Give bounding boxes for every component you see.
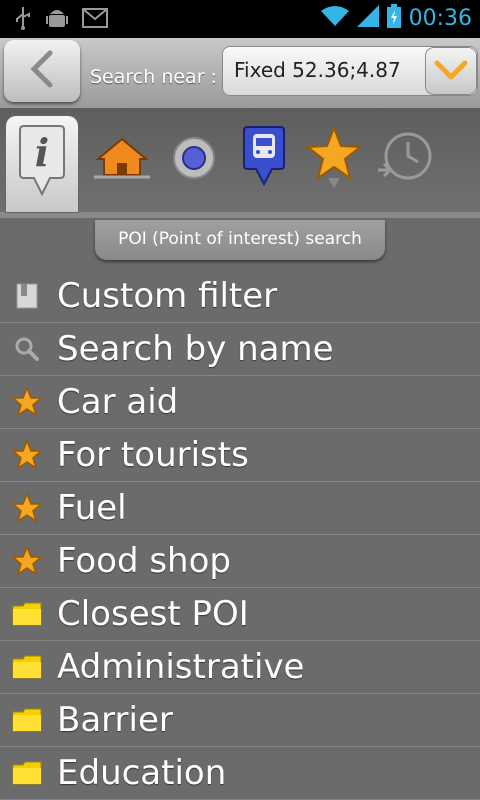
position-dot-icon xyxy=(171,135,217,185)
info-icon: i xyxy=(14,124,70,204)
usb-icon xyxy=(14,6,32,34)
star-icon xyxy=(305,125,363,194)
folder-icon xyxy=(12,758,42,788)
list-item[interactable]: Food shop xyxy=(0,535,480,588)
status-bar: 00:36 xyxy=(0,0,480,38)
list-item[interactable]: Administrative xyxy=(0,641,480,694)
poi-category-list: Custom filter Search by name Car aid For… xyxy=(0,270,480,800)
info-tab[interactable]: i xyxy=(6,116,78,212)
list-item[interactable]: Education xyxy=(0,747,480,800)
android-debug-icon xyxy=(46,6,68,34)
back-button[interactable] xyxy=(4,40,80,102)
star-icon xyxy=(12,546,42,576)
battery-charging-icon xyxy=(386,4,401,32)
list-item-label: Food shop xyxy=(57,541,231,581)
list-item[interactable]: Closest POI xyxy=(0,588,480,641)
clock-icon xyxy=(374,130,434,190)
folder-icon xyxy=(12,705,42,735)
chevron-down-icon xyxy=(433,57,469,85)
dropdown-button[interactable] xyxy=(426,48,476,94)
category-tabs: i xyxy=(0,108,480,218)
list-item-label: Administrative xyxy=(57,647,305,687)
home-tab[interactable] xyxy=(86,116,158,204)
list-item-label: Barrier xyxy=(57,700,173,740)
search-near-label: Search near : xyxy=(90,66,217,88)
svg-text:i: i xyxy=(35,130,49,175)
folder-icon xyxy=(12,652,42,682)
signal-icon xyxy=(356,5,379,31)
search-icon xyxy=(12,334,42,364)
star-icon xyxy=(12,493,42,523)
folder-icon xyxy=(12,599,42,629)
star-icon xyxy=(12,387,42,417)
position-tab[interactable] xyxy=(158,116,230,204)
train-icon xyxy=(240,126,288,194)
list-item-label: Car aid xyxy=(57,382,179,422)
filter-icon xyxy=(12,281,42,311)
gmail-icon xyxy=(82,8,108,32)
list-item-label: Fuel xyxy=(57,488,127,528)
list-item-label: Search by name xyxy=(57,329,334,369)
list-item-label: Closest POI xyxy=(57,594,249,634)
list-item-label: For tourists xyxy=(57,435,249,475)
favorites-tab[interactable] xyxy=(298,116,370,204)
list-item[interactable]: Fuel xyxy=(0,482,480,535)
search-header: Search near : Fixed 52.36;4.87 xyxy=(0,38,480,109)
list-item-label: Custom filter xyxy=(57,276,278,316)
chevron-left-icon xyxy=(28,49,56,93)
clock-time: 00:36 xyxy=(408,5,472,31)
section-title: POI (Point of interest) search xyxy=(95,220,385,260)
home-icon xyxy=(92,133,152,187)
list-item[interactable]: Barrier xyxy=(0,694,480,747)
star-icon xyxy=(12,440,42,470)
list-item[interactable]: Search by name xyxy=(0,323,480,376)
list-item[interactable]: Car aid xyxy=(0,376,480,429)
history-tab[interactable] xyxy=(368,116,440,204)
list-item[interactable]: Custom filter xyxy=(0,270,480,323)
transport-tab[interactable] xyxy=(228,116,300,204)
search-near-select[interactable]: Fixed 52.36;4.87 xyxy=(222,46,478,96)
list-item-label: Education xyxy=(57,753,227,793)
wifi-icon xyxy=(320,5,349,31)
search-near-value: Fixed 52.36;4.87 xyxy=(234,58,401,82)
list-item[interactable]: For tourists xyxy=(0,429,480,482)
